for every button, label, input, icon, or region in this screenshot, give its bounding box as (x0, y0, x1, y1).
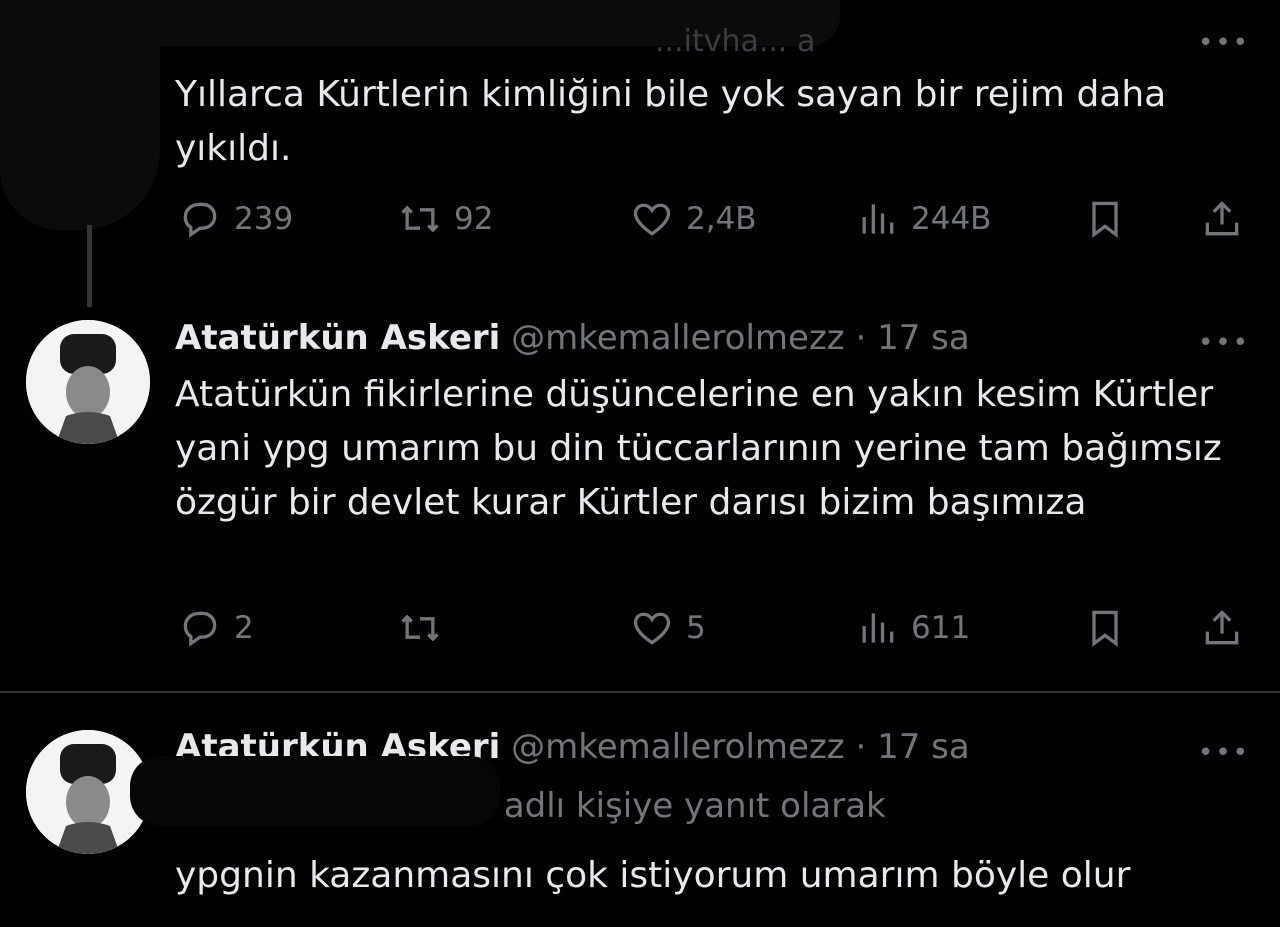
redaction-mark (130, 756, 500, 826)
share-icon (1205, 610, 1239, 645)
tweet-2-header: Atatürkün Askeri @mkemallerolmezz · 17 s… (175, 318, 970, 358)
bookmark-button[interactable] (1083, 197, 1127, 241)
tweet-2-text: Atatürkün fikirlerine düşüncelerine en y… (175, 374, 1222, 523)
like-button[interactable]: 2,4B (630, 197, 757, 241)
tweet-1-header-fragment: ...itvha... a (655, 24, 816, 59)
views-icon (862, 613, 894, 643)
reply-count: 2 (234, 610, 254, 646)
reply-button[interactable]: 2 (178, 606, 254, 650)
views-button[interactable]: 244B (855, 197, 991, 241)
like-count: 5 (686, 610, 706, 646)
tweet-1-text: Yıllarca Kürtlerin kimliğini bile yok sa… (175, 74, 1167, 169)
more-options-icon[interactable]: ••• (1198, 330, 1250, 356)
view-count: 244B (911, 201, 992, 237)
reply-icon (183, 202, 217, 238)
tweet-3-text: ypgnin kazanmasını çok istiyorum umarım … (175, 855, 1131, 896)
retweet-button[interactable] (398, 606, 454, 650)
thread-connector-line (87, 225, 92, 307)
avatar[interactable] (26, 320, 150, 444)
user-handle[interactable]: @mkemallerolmezz (511, 727, 845, 767)
share-button[interactable] (1200, 606, 1244, 650)
bookmark-button[interactable] (1083, 606, 1127, 650)
retweet-icon (401, 205, 439, 233)
views-button[interactable]: 611 (855, 606, 970, 650)
retweet-icon (401, 614, 439, 642)
reply-icon (183, 611, 217, 647)
user-handle[interactable]: @mkemallerolmezz (511, 318, 845, 358)
more-options-icon[interactable]: ••• (1198, 30, 1250, 56)
tweet-divider (0, 691, 1280, 693)
more-options-icon[interactable]: ••• (1198, 740, 1250, 766)
retweet-count: 92 (454, 201, 494, 237)
like-count: 2,4B (686, 201, 757, 237)
bookmark-icon (1092, 201, 1118, 238)
like-button[interactable]: 5 (630, 606, 706, 650)
heart-icon (633, 203, 671, 236)
views-icon (862, 204, 894, 234)
retweet-button[interactable]: 92 (398, 197, 493, 241)
reply-context-label: adlı kişiye yanıt olarak (503, 786, 886, 826)
view-count: 611 (911, 610, 971, 646)
profile-portrait-image (26, 320, 150, 444)
heart-icon (633, 612, 671, 645)
reply-button[interactable]: 239 (178, 197, 293, 241)
share-button[interactable] (1200, 197, 1244, 241)
display-name[interactable]: Atatürkün Askeri (175, 318, 500, 358)
timestamp[interactable]: · 17 sa (855, 727, 969, 767)
reply-count: 239 (234, 201, 294, 237)
share-icon (1205, 201, 1239, 236)
timestamp[interactable]: · 17 sa (855, 318, 969, 358)
bookmark-icon (1092, 610, 1118, 647)
